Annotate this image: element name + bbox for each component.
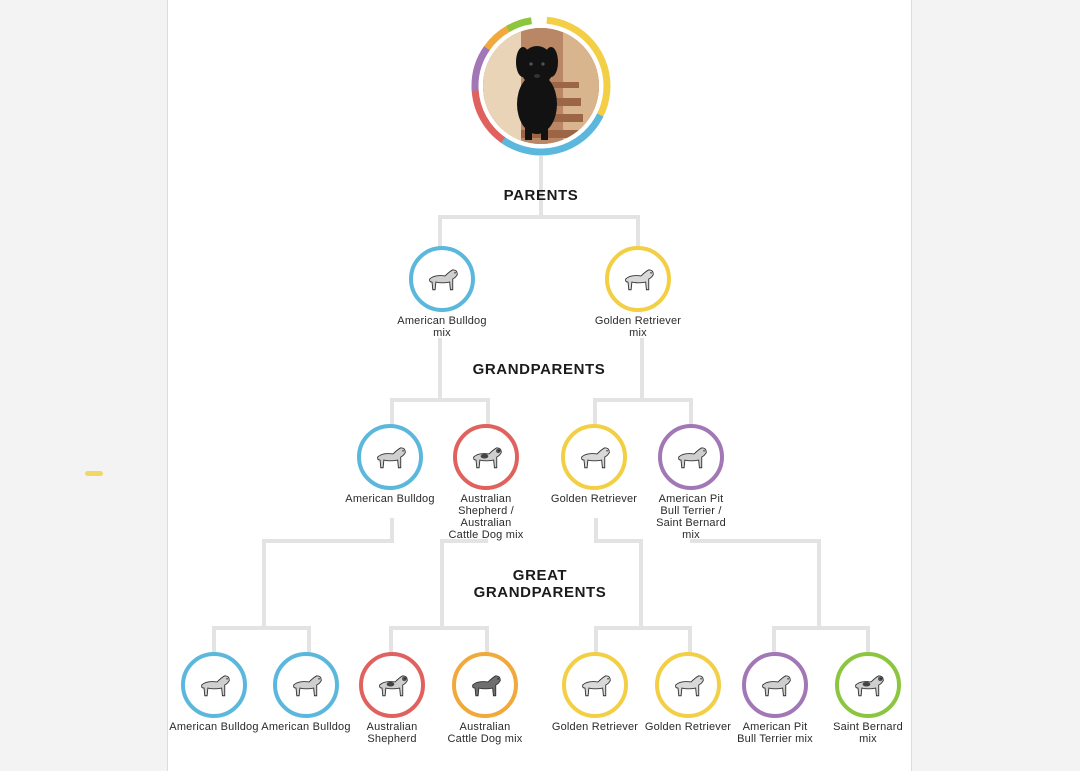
great_grandparent-ring[interactable]	[742, 652, 808, 718]
dog-photo	[483, 28, 599, 144]
great_grandparent-label-line: Cattle Dog mix	[447, 733, 523, 745]
grandparent-label-line: Bull Terrier /	[660, 505, 722, 517]
great-heading-line2: GRANDPARENTS	[473, 584, 607, 601]
great_grandparent-label-line: Bull Terrier mix	[737, 733, 813, 745]
bulldog-icon	[283, 662, 329, 708]
parents-heading: PARENTS	[503, 187, 579, 204]
grandparent-label-line: Shepherd /	[458, 505, 514, 517]
great-grandparents-heading: GREAT GRANDPARENTS	[460, 567, 620, 601]
grandparent-label-line: Australian	[460, 517, 512, 529]
great_grandparent-label: Australian Cattle Dog mix	[435, 721, 535, 745]
pitbull-icon	[752, 662, 798, 708]
great_grandparent-label-line: Australian	[459, 721, 511, 733]
great_grandparent-label: Golden Retriever	[545, 721, 645, 733]
great_grandparent-label-line: American Pit	[742, 721, 808, 733]
great_grandparent-label: Australian Shepherd	[342, 721, 442, 745]
grandparent-label-line: Saint Bernard	[656, 517, 726, 529]
grandparent-label: Australian Shepherd / Australian Cattle Dog…	[436, 493, 536, 541]
great_grandparent-ring[interactable]	[181, 652, 247, 718]
shepherd-icon	[369, 662, 415, 708]
great_grandparent-ring[interactable]	[562, 652, 628, 718]
great_grandparent-label-line: American Bulldog	[169, 721, 259, 733]
grandparent-label: American Pit Bull Terrier / Saint Bernard m…	[641, 493, 741, 541]
grandparent-label: Golden Retriever	[544, 493, 644, 505]
bulldog-icon	[367, 434, 413, 480]
retriever-icon	[665, 662, 711, 708]
saint-bernard-icon	[845, 662, 891, 708]
grandparent-label-line: Cattle Dog mix	[448, 529, 524, 541]
great_grandparent-label-line: Australian	[366, 721, 418, 733]
grandparent-label-line: American Pit	[658, 493, 724, 505]
great_grandparent-label-line: Saint Bernard	[833, 721, 903, 733]
great-heading-line1: GREAT	[512, 567, 568, 584]
great_grandparent-ring[interactable]	[452, 652, 518, 718]
grandparents-heading: GRANDPARENTS	[472, 361, 606, 378]
great_grandparent-label: Golden Retriever	[638, 721, 738, 733]
parent-label: American Bulldog mix	[392, 315, 492, 339]
great_grandparent-ring[interactable]	[273, 652, 339, 718]
retriever-icon	[571, 434, 617, 480]
parent-label: Golden Retriever mix	[588, 315, 688, 339]
retriever-icon	[572, 662, 618, 708]
pitbull-icon	[668, 434, 714, 480]
parent-label-line: mix	[629, 327, 647, 339]
great_grandparent-label: Saint Bernard mix	[818, 721, 918, 745]
great_grandparent-label-line: Golden Retriever	[551, 721, 639, 733]
great_grandparent-label: American Bulldog	[164, 721, 264, 733]
grandparent-ring[interactable]	[357, 424, 423, 490]
pet-avatar[interactable]	[470, 15, 612, 157]
bulldog-icon	[191, 662, 237, 708]
great_grandparent-label: American Pit Bull Terrier mix	[725, 721, 825, 745]
grandparent-ring[interactable]	[658, 424, 724, 490]
great_grandparent-label-line: mix	[859, 733, 877, 745]
grandparent-ring[interactable]	[453, 424, 519, 490]
parent-ring[interactable]	[605, 246, 671, 312]
grandparent-label-line: mix	[682, 529, 700, 541]
parent-label-line: Golden Retriever	[594, 315, 682, 327]
parent-ring[interactable]	[409, 246, 475, 312]
grandparent-label-line: Australian	[460, 493, 512, 505]
grandparent-label-line: American Bulldog	[345, 493, 435, 505]
bulldog-icon	[419, 256, 465, 302]
parent-label-line: mix	[433, 327, 451, 339]
grandparent-ring[interactable]	[561, 424, 627, 490]
great_grandparent-label: American Bulldog	[256, 721, 356, 733]
great_grandparent-label-line: American Bulldog	[261, 721, 351, 733]
great_grandparent-ring[interactable]	[655, 652, 721, 718]
great_grandparent-ring[interactable]	[359, 652, 425, 718]
parent-label-line: American Bulldog	[397, 315, 487, 327]
retriever-icon	[615, 256, 661, 302]
great_grandparent-ring[interactable]	[835, 652, 901, 718]
cattle-dog-icon	[462, 662, 508, 708]
shepherd-icon	[463, 434, 509, 480]
great_grandparent-label-line: Shepherd	[367, 733, 417, 745]
grandparent-label-line: Golden Retriever	[550, 493, 638, 505]
grandparent-label: American Bulldog	[340, 493, 440, 505]
great_grandparent-label-line: Golden Retriever	[644, 721, 732, 733]
